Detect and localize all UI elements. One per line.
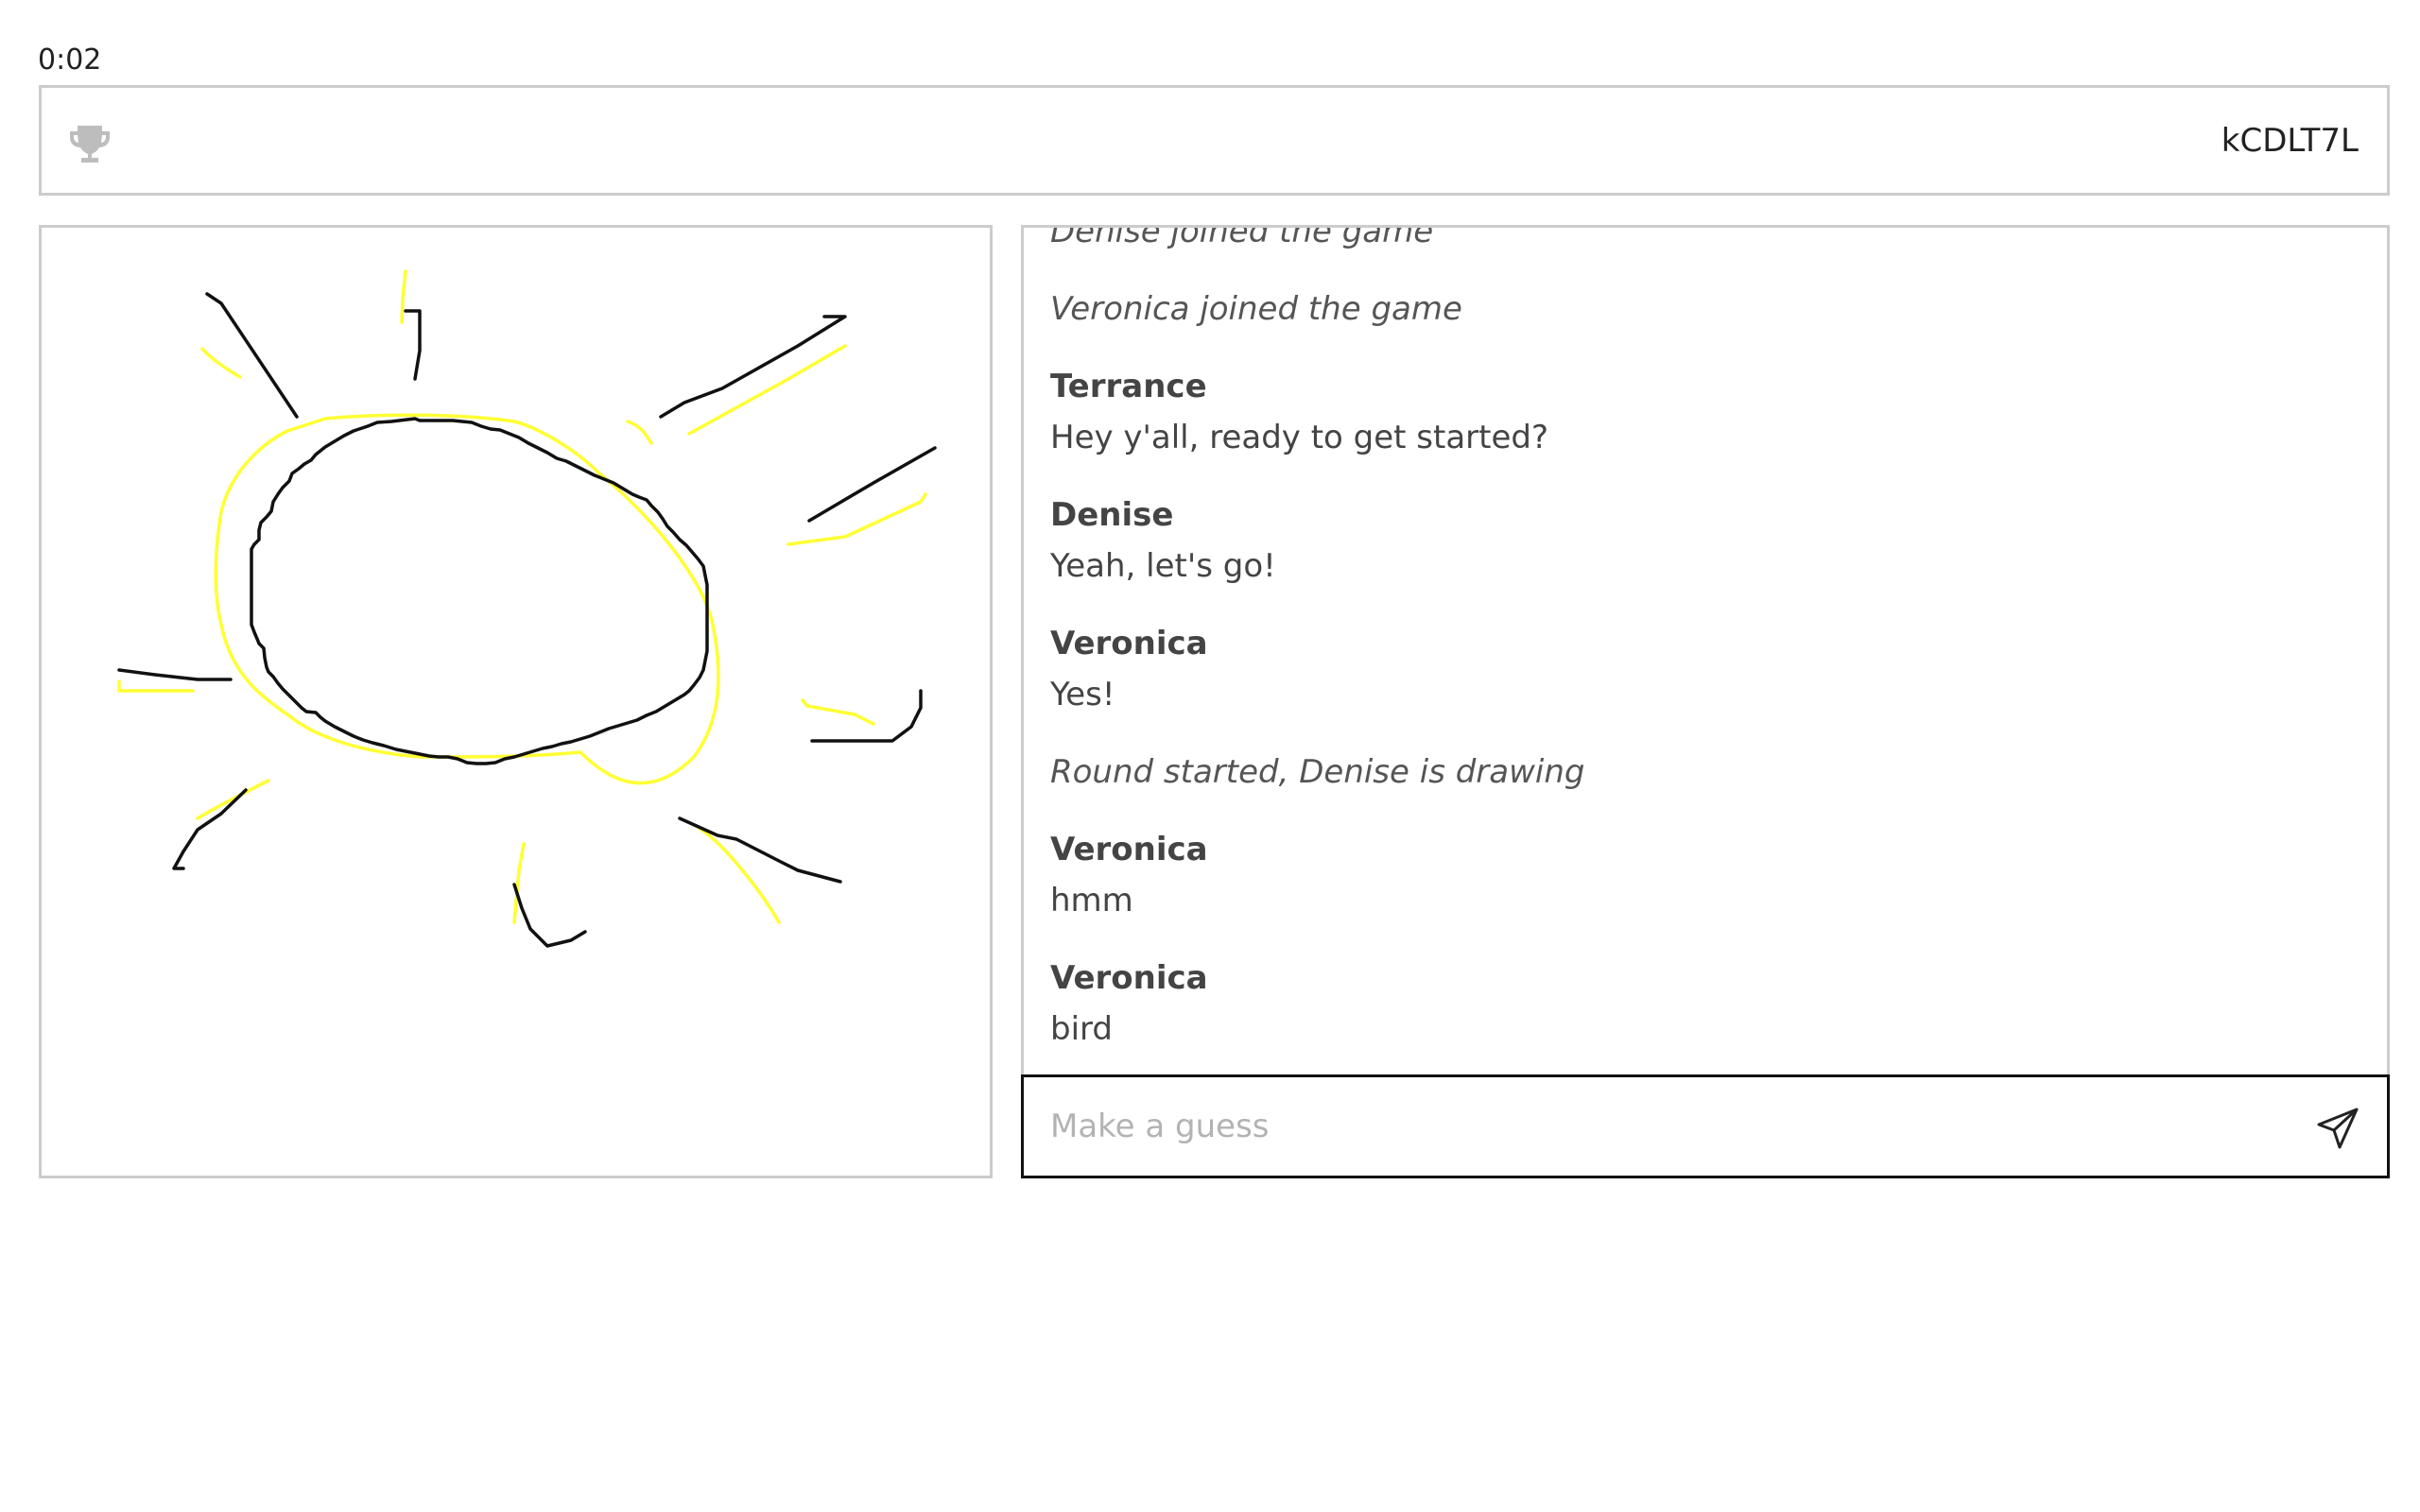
chat-message: Veronica Yes! <box>1050 618 2360 720</box>
black-stroke <box>404 309 422 381</box>
message-author: Denise <box>1050 496 1174 534</box>
message-author: Veronica <box>1050 625 1208 662</box>
black-stroke <box>512 883 587 948</box>
message-author: Veronica <box>1050 831 1208 868</box>
yellow-stroke <box>626 420 653 445</box>
game-header: kCDLT7L <box>39 85 2390 196</box>
system-message: Denise joined the game <box>1050 225 2360 257</box>
chat-message: Terrance Hey y'all, ready to get started… <box>1050 361 2360 463</box>
guess-bar <box>1021 1074 2390 1178</box>
yellow-stroke <box>801 698 875 726</box>
black-stroke <box>172 788 248 870</box>
yellow-stroke <box>196 779 270 820</box>
black-stroke <box>117 668 233 681</box>
chat-message: Denise Yeah, let's go! <box>1050 490 2360 592</box>
black-stroke <box>250 417 709 765</box>
message-text: Yeah, let's go! <box>1050 547 1276 585</box>
drawing-strokes <box>117 269 937 948</box>
send-icon[interactable] <box>2315 1106 2360 1151</box>
system-message: Veronica joined the game <box>1050 284 2360 335</box>
black-stroke <box>678 816 842 884</box>
room-code: kCDLT7L <box>2221 122 2359 160</box>
message-author: Veronica <box>1050 959 1208 997</box>
message-text: Round started, Denise is drawing <box>1050 753 1585 791</box>
chat-panel[interactable]: Denise joined the game Veronica joined t… <box>1021 225 2390 1075</box>
chat-message: Veronica bird <box>1050 953 2360 1055</box>
yellow-stroke <box>687 344 847 436</box>
yellow-stroke <box>117 679 195 693</box>
black-stroke <box>659 315 847 419</box>
chat-messages: Denise joined the game Veronica joined t… <box>1050 225 2360 1055</box>
message-text: Hey y'all, ready to get started? <box>1050 419 1549 456</box>
message-author: Terrance <box>1050 368 1207 405</box>
message-text: Denise joined the game <box>1050 225 1434 250</box>
black-stroke <box>807 446 937 523</box>
black-stroke <box>205 292 299 419</box>
trophy-icon[interactable] <box>68 122 112 165</box>
round-timer: 0:02 <box>38 43 102 77</box>
message-text: Veronica joined the game <box>1050 290 1462 328</box>
chat-message: Veronica hmm <box>1050 824 2360 926</box>
message-text: hmm <box>1050 882 1133 919</box>
drawing-canvas[interactable] <box>39 225 993 1178</box>
system-message: Round started, Denise is drawing <box>1050 747 2360 798</box>
yellow-stroke <box>200 347 242 379</box>
message-text: bird <box>1050 1010 1113 1048</box>
yellow-stroke <box>400 269 407 324</box>
black-stroke <box>810 689 923 743</box>
yellow-stroke <box>214 413 720 785</box>
message-text: Yes! <box>1050 676 1115 713</box>
guess-input[interactable] <box>1050 1098 2279 1155</box>
